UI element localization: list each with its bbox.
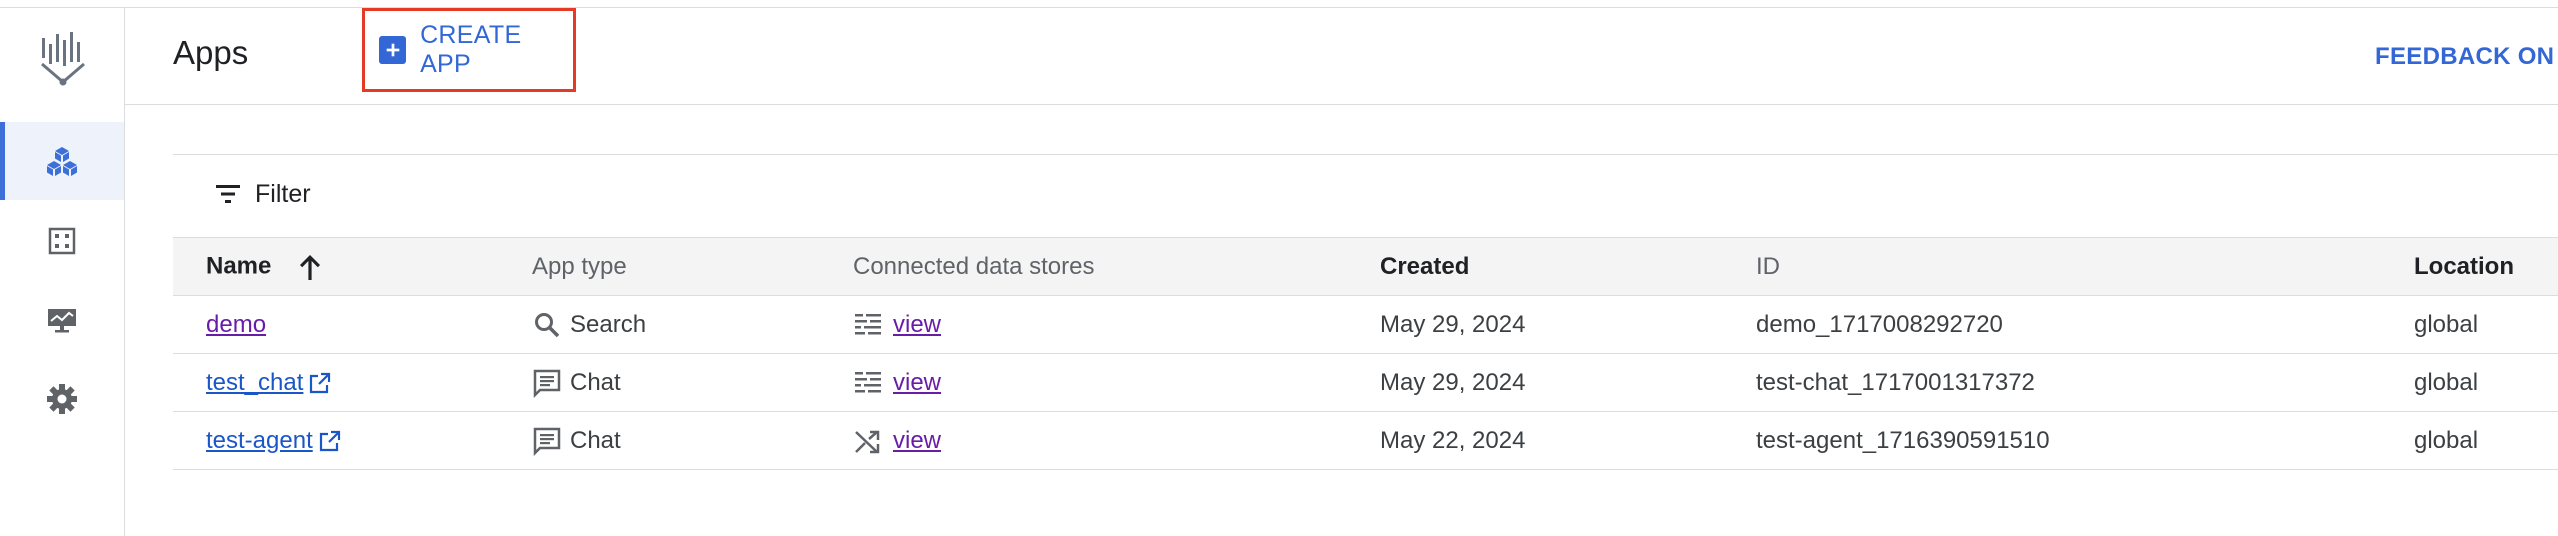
open-in-new-icon[interactable] <box>319 430 341 452</box>
filter-icon <box>216 185 240 203</box>
nav-apps[interactable] <box>0 122 124 200</box>
create-app-label: CREATE APP <box>420 21 522 78</box>
search-icon <box>535 312 560 337</box>
app-type-label: Chat <box>570 426 621 454</box>
chat-icon <box>533 427 561 456</box>
sort-ascending-icon <box>300 254 321 280</box>
nav-settings[interactable] <box>0 360 124 438</box>
filter-button[interactable]: Filter <box>213 179 311 209</box>
table-header-row: Name App type Connected data stores Crea… <box>173 237 2558 296</box>
chat-icon <box>533 369 561 398</box>
nav-monitoring[interactable] <box>0 280 124 358</box>
page-header: Apps CREATE APP FEEDBACK ON A <box>125 8 2558 105</box>
nav-rail <box>0 8 125 536</box>
view-data-stores-link[interactable]: view <box>893 427 941 455</box>
view-data-stores-link[interactable]: view <box>893 311 941 339</box>
datastore-list-icon <box>855 313 881 334</box>
app-id: test-agent_1716390591510 <box>1756 426 2050 454</box>
created-date: May 29, 2024 <box>1380 310 1526 338</box>
column-header-data-stores: Connected data stores <box>853 252 1095 280</box>
page-title: Apps <box>173 34 249 71</box>
apps-panel: Filter Name App type Connected data stor… <box>173 154 2558 471</box>
app-id: demo_1717008292720 <box>1756 310 2003 338</box>
apps-table: Name App type Connected data stores Crea… <box>173 237 2558 470</box>
vertex-logo-icon[interactable] <box>38 30 88 90</box>
created-date: May 29, 2024 <box>1380 368 1526 396</box>
monitor-icon <box>48 309 76 333</box>
add-icon <box>379 36 407 64</box>
created-date: May 22, 2024 <box>1380 426 1526 454</box>
column-header-name[interactable]: Name <box>173 238 532 296</box>
nav-data[interactable] <box>0 202 124 280</box>
create-app-button[interactable]: CREATE APP <box>362 8 576 92</box>
column-header-id: ID <box>1756 252 1780 280</box>
app-location: global <box>2414 310 2479 338</box>
column-header-created[interactable]: Created <box>1380 238 1756 296</box>
app-type-label: Chat <box>570 368 621 396</box>
table-row: test_chat Chat view May 29, 2024 test-ch… <box>173 354 2558 412</box>
app-location: global <box>2414 426 2479 454</box>
feedback-link[interactable]: FEEDBACK ON A <box>2375 43 2558 71</box>
table-row: test-agent Chat view May 22, 2024 test-a… <box>173 412 2558 470</box>
top-bar <box>0 0 2558 8</box>
app-name-link[interactable]: test_chat <box>206 369 303 397</box>
shuffle-icon <box>855 430 880 453</box>
app-type-label: Search <box>570 310 647 338</box>
app-id: test-chat_1717001317372 <box>1756 368 2035 396</box>
settings-gear-icon <box>47 384 77 414</box>
app-location: global <box>2414 368 2479 396</box>
filter-label: Filter <box>255 179 311 208</box>
app-name-link[interactable]: demo <box>206 311 266 338</box>
view-data-stores-link[interactable]: view <box>893 369 941 397</box>
data-grid-icon <box>48 227 76 255</box>
column-header-app-type: App type <box>532 252 627 280</box>
table-row: demo Search view May 29, 2024 demo_17170… <box>173 296 2558 354</box>
datastore-list-icon <box>855 371 881 392</box>
open-in-new-icon[interactable] <box>309 372 331 394</box>
column-header-location[interactable]: Location <box>2414 238 2558 296</box>
apps-cube-icon <box>47 147 77 176</box>
app-name-link[interactable]: test-agent <box>206 427 313 455</box>
